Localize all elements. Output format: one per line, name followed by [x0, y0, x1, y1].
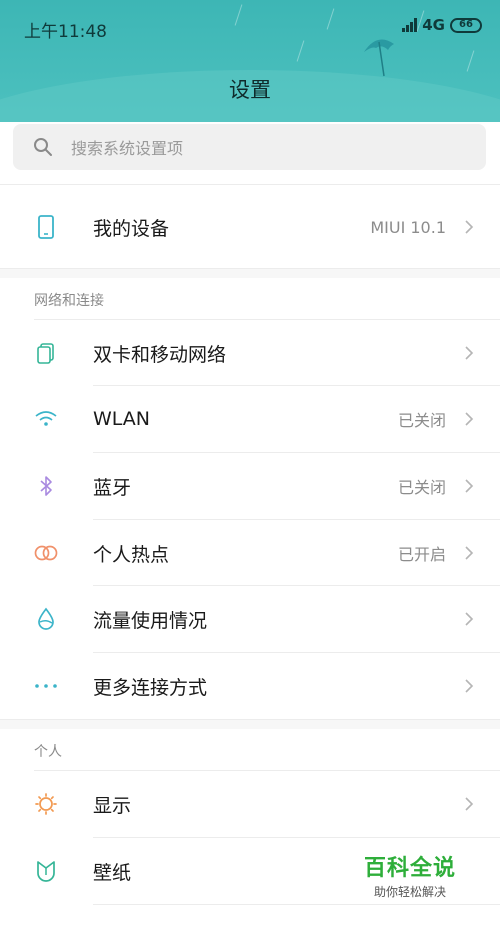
search-input[interactable]: 搜索系统设置项	[13, 124, 486, 170]
wallpaper-icon	[33, 858, 59, 884]
watermark-subtitle: 助你轻松解决	[374, 885, 447, 899]
bluetooth-label: 蓝牙	[93, 476, 132, 499]
status-indicators: 4G 66	[402, 16, 482, 34]
bluetooth-item[interactable]: 蓝牙 已关闭	[0, 453, 500, 519]
section-gap	[0, 719, 500, 729]
chevron-right-icon	[465, 679, 474, 693]
network-type: 4G	[422, 16, 445, 34]
wifi-icon	[33, 406, 59, 432]
hotspot-item[interactable]: 个人热点 已开启	[0, 520, 500, 586]
wlan-item[interactable]: WLAN 已关闭	[0, 386, 500, 452]
more-dots-icon	[33, 673, 59, 699]
more-connections-item[interactable]: 更多连接方式	[0, 653, 500, 719]
wallpaper-label: 壁纸	[93, 861, 132, 884]
wlan-status: 已关闭	[397, 411, 446, 430]
page-title: 设置	[229, 78, 271, 102]
display-item[interactable]: 显示	[0, 771, 500, 837]
dual-sim-label: 双卡和移动网络	[93, 343, 227, 366]
section-title-personal: 个人	[34, 744, 62, 760]
signal-icon	[402, 18, 418, 32]
battery-icon: 66	[450, 17, 482, 33]
hotspot-status: 已开启	[397, 545, 446, 564]
divider	[93, 904, 500, 905]
dual-sim-item[interactable]: 双卡和移动网络	[0, 320, 500, 386]
chevron-right-icon	[465, 546, 474, 560]
hotspot-icon	[33, 540, 59, 566]
divider	[0, 268, 500, 269]
bluetooth-icon	[33, 473, 59, 499]
chevron-right-icon	[465, 346, 474, 360]
chevron-right-icon	[465, 612, 474, 626]
wlan-label: WLAN	[93, 408, 151, 430]
my-device-label: 我的设备	[93, 217, 170, 240]
status-time: 上午11:48	[24, 22, 107, 42]
chevron-right-icon	[465, 797, 474, 811]
data-usage-label: 流量使用情况	[93, 609, 208, 632]
my-device-version: MIUI 10.1	[370, 217, 446, 237]
battery-level: 66	[459, 19, 473, 30]
header: 上午11:48 4G 66 设置	[0, 0, 500, 122]
watermark-logo: 百科全说 助你轻松解决	[364, 850, 456, 900]
section-title-network: 网络和连接	[34, 293, 104, 309]
hotspot-label: 个人热点	[93, 543, 170, 566]
display-label: 显示	[93, 794, 132, 817]
phone-icon	[33, 214, 59, 240]
section-gap	[0, 268, 500, 278]
data-usage-icon	[33, 606, 59, 632]
search-placeholder: 搜索系统设置项	[71, 139, 184, 158]
divider	[0, 184, 500, 185]
data-usage-item[interactable]: 流量使用情况	[0, 586, 500, 652]
my-device-item[interactable]: 我的设备 MIUI 10.1	[0, 194, 500, 260]
chevron-right-icon	[465, 412, 474, 426]
chevron-right-icon	[465, 220, 474, 234]
watermark-title: 百科全说	[364, 856, 457, 881]
divider	[0, 719, 500, 720]
search-icon	[34, 138, 52, 156]
chevron-right-icon	[465, 479, 474, 493]
dual-sim-icon	[33, 340, 59, 366]
bluetooth-status: 已关闭	[397, 478, 446, 497]
brightness-icon	[33, 791, 59, 817]
more-connections-label: 更多连接方式	[93, 676, 208, 699]
status-bar: 上午11:48 4G 66	[0, 0, 500, 56]
